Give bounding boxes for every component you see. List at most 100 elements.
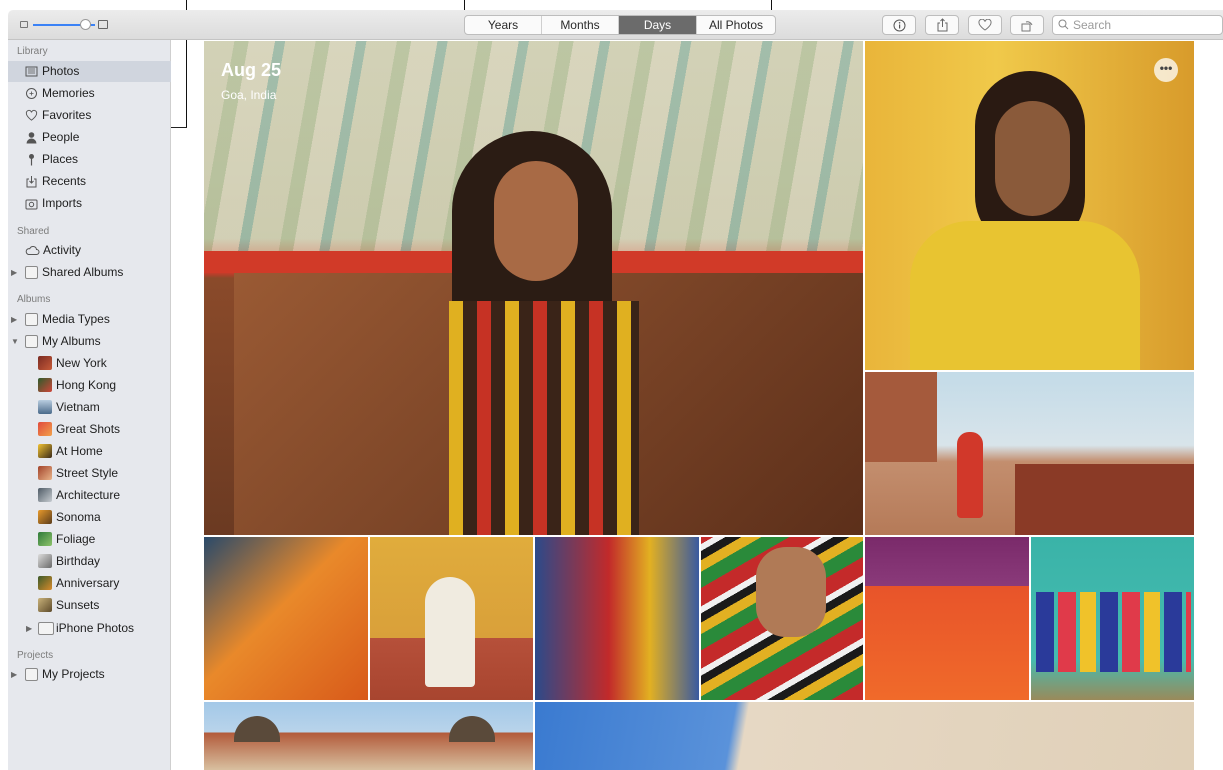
tab-months[interactable]: Months bbox=[542, 16, 619, 34]
disclosure-triangle-expanded-icon[interactable]: ▼ bbox=[11, 331, 19, 352]
sidebar-item-label: Imports bbox=[42, 196, 83, 210]
photo-monument[interactable] bbox=[204, 702, 533, 770]
album-thumbnail bbox=[38, 554, 52, 568]
zoom-knob[interactable] bbox=[80, 19, 91, 30]
search-icon bbox=[1058, 19, 1069, 30]
sidebar-item-shared-albums[interactable]: ▶ Shared Albums bbox=[8, 262, 171, 283]
photos-icon bbox=[25, 66, 38, 77]
album-birthday[interactable]: Birthday bbox=[8, 551, 171, 572]
tab-years[interactable]: Years bbox=[465, 16, 542, 34]
sidebar-item-my-albums[interactable]: ▼ My Albums bbox=[8, 331, 171, 352]
info-button[interactable] bbox=[882, 15, 916, 35]
album-at-home[interactable]: At Home bbox=[8, 441, 171, 462]
photo-sky-wall[interactable] bbox=[535, 702, 1194, 770]
album-street-style[interactable]: Street Style bbox=[8, 463, 171, 484]
album-thumbnail bbox=[38, 422, 52, 436]
disclosure-triangle-icon[interactable]: ▶ bbox=[26, 618, 32, 639]
album-foliage[interactable]: Foliage bbox=[8, 529, 171, 550]
photo-clothes bbox=[1036, 592, 1191, 672]
sidebar-item-label: iPhone Photos bbox=[56, 621, 135, 635]
photo-subject-dress bbox=[449, 301, 639, 535]
sidebar-item-label: Recents bbox=[42, 174, 87, 188]
photo-orange-scarf[interactable] bbox=[204, 537, 368, 700]
moment-date: Aug 25 bbox=[221, 60, 282, 80]
search-field[interactable]: Search bbox=[1052, 15, 1223, 35]
disclosure-triangle-icon[interactable]: ▶ bbox=[11, 664, 17, 685]
album-great-shots[interactable]: Great Shots bbox=[8, 419, 171, 440]
tab-days[interactable]: Days bbox=[619, 16, 697, 34]
sidebar-item-favorites[interactable]: Favorites bbox=[8, 105, 171, 126]
rotate-button[interactable] bbox=[1010, 15, 1044, 35]
large-thumbnail-icon bbox=[98, 20, 108, 29]
photo-dancer[interactable] bbox=[370, 537, 533, 700]
recents-icon bbox=[26, 176, 37, 188]
favorite-button[interactable] bbox=[968, 15, 1002, 35]
sidebar-item-people[interactable]: People bbox=[8, 127, 171, 148]
album-new-york[interactable]: New York bbox=[8, 353, 171, 374]
sidebar-item-imports[interactable]: Imports bbox=[8, 193, 171, 214]
photo-striped-fabric[interactable] bbox=[701, 537, 863, 700]
photo-wall bbox=[865, 372, 937, 462]
photo-feet-powder[interactable] bbox=[865, 537, 1029, 700]
info-icon bbox=[893, 19, 905, 31]
photo-red-veil[interactable] bbox=[535, 537, 699, 700]
album-sunsets[interactable]: Sunsets bbox=[8, 595, 171, 616]
album-label: Sunsets bbox=[56, 598, 100, 612]
disclosure-triangle-icon[interactable]: ▶ bbox=[11, 309, 17, 330]
zoom-slider[interactable] bbox=[20, 19, 108, 31]
sidebar-item-label: Activity bbox=[43, 243, 82, 257]
sidebar-item-label: Shared Albums bbox=[42, 265, 124, 279]
sidebar-item-label: My Albums bbox=[42, 334, 101, 348]
folder-icon bbox=[25, 266, 38, 279]
disclosure-triangle-icon[interactable]: ▶ bbox=[11, 262, 17, 283]
share-button[interactable] bbox=[925, 15, 959, 35]
share-icon bbox=[937, 18, 947, 32]
memories-icon bbox=[26, 88, 37, 99]
album-sonoma[interactable]: Sonoma bbox=[8, 507, 171, 528]
sidebar-item-recents[interactable]: Recents bbox=[8, 171, 171, 192]
sidebar-item-activity[interactable]: Activity bbox=[8, 240, 171, 261]
folder-icon bbox=[38, 622, 54, 635]
album-architecture[interactable]: Architecture bbox=[8, 485, 171, 506]
album-thumbnail bbox=[38, 378, 52, 392]
album-label: At Home bbox=[56, 444, 103, 458]
album-label: Foliage bbox=[56, 532, 96, 546]
callout-line-tabs-left bbox=[464, 0, 465, 10]
album-thumbnail bbox=[38, 532, 52, 546]
photo-fort-courtyard[interactable] bbox=[865, 372, 1194, 535]
sidebar-item-label: Favorites bbox=[42, 108, 92, 122]
album-thumbnail bbox=[38, 400, 52, 414]
sidebar-item-my-projects[interactable]: ▶ My Projects bbox=[8, 664, 171, 685]
more-options-button[interactable]: ••• bbox=[1154, 58, 1178, 82]
album-thumbnail bbox=[38, 488, 52, 502]
sidebar-item-memories[interactable]: Memories bbox=[8, 83, 171, 104]
sidebar-item-photos[interactable]: Photos bbox=[8, 61, 171, 82]
album-vietnam[interactable]: Vietnam bbox=[8, 397, 171, 418]
folder-icon bbox=[25, 668, 38, 681]
sidebar-item-label: People bbox=[42, 130, 80, 144]
album-thumbnail bbox=[38, 356, 52, 370]
album-thumbnail bbox=[38, 466, 52, 480]
sidebar: Library Photos Memories Favorites People… bbox=[8, 40, 171, 770]
sidebar-item-iphone-photos[interactable]: ▶ iPhone Photos bbox=[8, 618, 171, 639]
sidebar-item-label: Places bbox=[42, 152, 79, 166]
tab-all-photos[interactable]: All Photos bbox=[697, 16, 775, 34]
person-icon bbox=[26, 132, 37, 144]
sidebar-item-label: Photos bbox=[42, 64, 80, 78]
projects-heading: Projects bbox=[17, 650, 54, 661]
sidebar-item-places[interactable]: Places bbox=[8, 149, 171, 170]
album-anniversary[interactable]: Anniversary bbox=[8, 573, 171, 594]
pin-icon bbox=[29, 154, 34, 166]
album-thumbnail bbox=[38, 510, 52, 524]
sidebar-item-media-types[interactable]: ▶ Media Types bbox=[8, 309, 171, 330]
library-heading: Library bbox=[17, 46, 48, 57]
photo-man-yellow[interactable] bbox=[865, 41, 1194, 370]
folder-icon bbox=[25, 335, 38, 348]
rotate-icon bbox=[1021, 20, 1033, 31]
album-hong-kong[interactable]: Hong Kong bbox=[8, 375, 171, 396]
small-thumbnail-icon bbox=[20, 21, 28, 28]
featured-photo[interactable] bbox=[204, 41, 863, 535]
album-label: Anniversary bbox=[56, 576, 120, 590]
photo-clothesline[interactable] bbox=[1031, 537, 1194, 700]
sidebar-item-label: Memories bbox=[42, 86, 95, 100]
